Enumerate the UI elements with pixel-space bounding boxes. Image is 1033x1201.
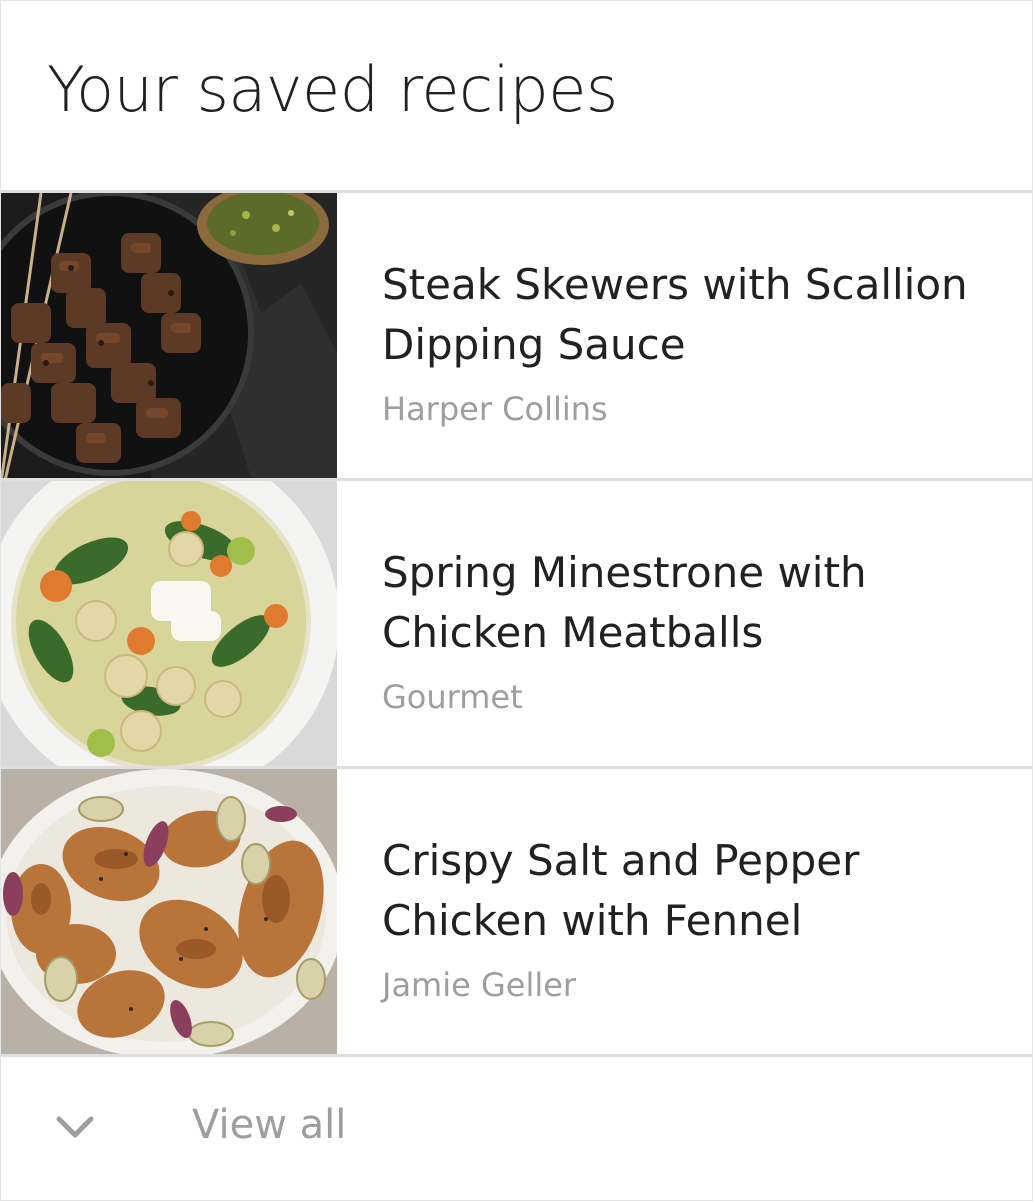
- recipe-source: Gourmet: [382, 678, 523, 716]
- recipe-row-spring-minestrone[interactable]: Spring Minestrone with Chicken Meatballs…: [1, 481, 1032, 769]
- page-title: Your saved recipes: [47, 53, 618, 126]
- recipe-thumbnail: [1, 193, 337, 478]
- recipe-row-steak-skewers[interactable]: Steak Skewers with Scallion Dipping Sauc…: [1, 193, 1032, 481]
- view-all-button[interactable]: [1, 1057, 1032, 1200]
- recipe-row-crispy-chicken[interactable]: Crispy Salt and Pepper Chicken with Fenn…: [1, 769, 1032, 1057]
- recipe-source: Harper Collins: [382, 390, 608, 428]
- chevron-down-icon[interactable]: [55, 1113, 95, 1143]
- recipe-source: Jamie Geller: [382, 966, 577, 1004]
- saved-recipes-card: Your saved recipes Steak Skewers with Sc…: [0, 0, 1033, 1201]
- recipe-title: Spring Minestrone with Chicken Meatballs: [382, 548, 867, 657]
- minestrone-soup-image: [1, 481, 337, 766]
- card-header: Your saved recipes: [1, 1, 1032, 193]
- recipe-title: Steak Skewers with Scallion Dipping Sauc…: [382, 260, 968, 369]
- recipe-text: Crispy Salt and Pepper Chicken with Fenn…: [382, 831, 1012, 1001]
- recipe-text: Spring Minestrone with Chicken Meatballs…: [382, 543, 1012, 713]
- recipe-text: Steak Skewers with Scallion Dipping Sauc…: [382, 255, 1012, 425]
- roast-chicken-image: [1, 769, 337, 1054]
- recipe-thumbnail: [1, 481, 337, 766]
- recipe-thumbnail: [1, 769, 337, 1054]
- steak-skewers-image: [1, 193, 337, 478]
- view-all-label[interactable]: View all: [192, 1105, 346, 1145]
- recipe-title: Crispy Salt and Pepper Chicken with Fenn…: [382, 836, 860, 945]
